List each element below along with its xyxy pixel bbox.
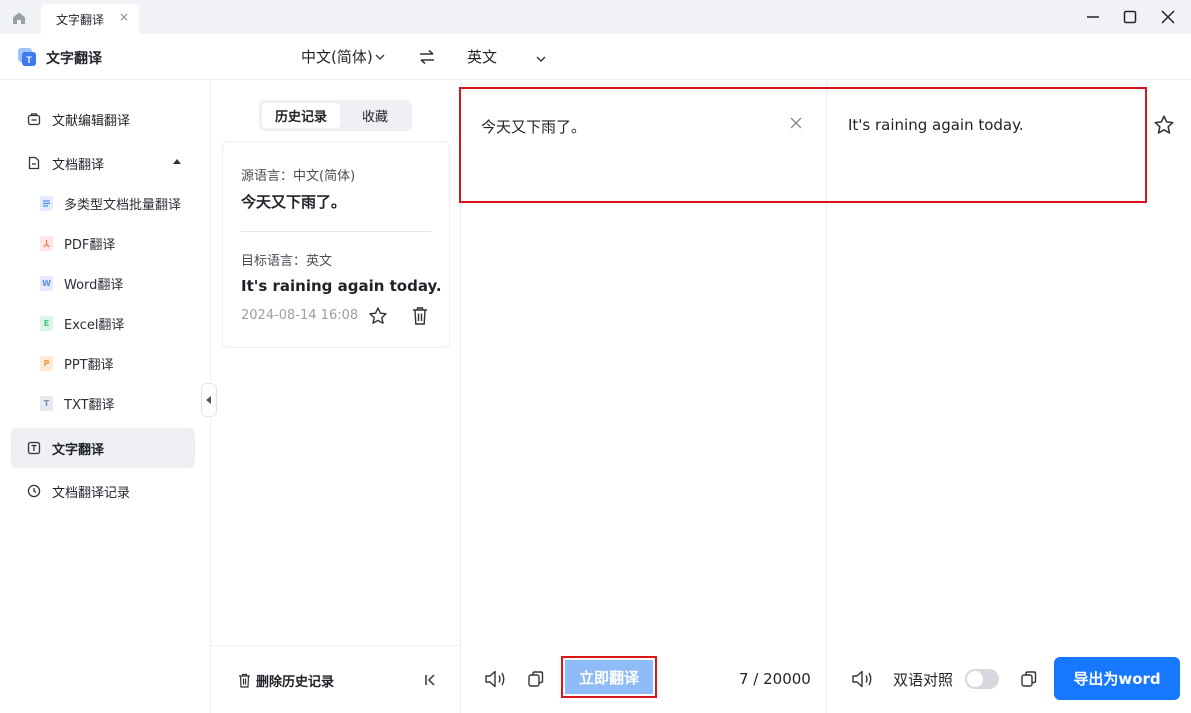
delete-history-label: 删除历史记录 bbox=[256, 675, 335, 690]
translate-now-button[interactable]: 立即翻译 bbox=[561, 656, 657, 698]
sidebar-sub-label: PDF翻译 bbox=[64, 237, 116, 253]
sidebar-sub-txt[interactable]: T TXT翻译 bbox=[40, 386, 200, 420]
delete-history-button[interactable]: 删除历史记录 bbox=[238, 671, 334, 690]
sidebar-item-label: 文档翻译记录 bbox=[52, 485, 131, 501]
excel-icon: E bbox=[40, 315, 53, 331]
sidebar-sub-label: Word翻译 bbox=[64, 277, 124, 293]
sidebar-item-document-history[interactable]: 文档翻译记录 bbox=[11, 471, 195, 511]
copy-icon[interactable] bbox=[1020, 670, 1038, 692]
target-language-select[interactable]: 英文 bbox=[467, 46, 497, 67]
history-source-text: 今天又下雨了。 bbox=[241, 193, 347, 211]
source-pane[interactable] bbox=[461, 80, 827, 713]
copy-icon[interactable] bbox=[527, 670, 545, 692]
character-count: 7 / 20000 bbox=[739, 670, 811, 688]
app-logo-icon: T bbox=[17, 47, 37, 67]
sidebar-sub-label: PPT翻译 bbox=[64, 357, 114, 373]
sidebar-item-label: 文献编辑翻译 bbox=[52, 113, 131, 129]
chevron-down-icon bbox=[375, 52, 385, 62]
target-pane bbox=[828, 80, 1191, 713]
tab-history[interactable]: 历史记录 bbox=[262, 103, 340, 128]
source-language-info: 源语言：中文(简体) bbox=[241, 169, 356, 184]
sidebar-sub-label: Excel翻译 bbox=[64, 317, 125, 333]
sidebar-collapse-handle[interactable] bbox=[201, 383, 217, 417]
clear-icon[interactable] bbox=[788, 115, 804, 135]
svg-text:T: T bbox=[26, 55, 32, 65]
tab-close-icon[interactable]: × bbox=[119, 10, 129, 24]
speaker-icon[interactable] bbox=[851, 668, 875, 694]
txt-icon: T bbox=[40, 395, 53, 411]
sidebar: 文献编辑翻译 文档翻译 多类型文档批量翻译 PDF翻译 W Word翻译 E E… bbox=[0, 80, 211, 713]
history-target-text: It's raining again today. bbox=[241, 277, 442, 295]
sidebar-sub-label: 多类型文档批量翻译 bbox=[64, 197, 182, 213]
trash-icon bbox=[238, 673, 251, 688]
document-icon bbox=[26, 155, 42, 171]
home-icon[interactable] bbox=[8, 8, 30, 28]
history-tabs: 历史记录 收藏 bbox=[259, 100, 412, 131]
sidebar-item-literature-translate[interactable]: 文献编辑翻译 bbox=[11, 99, 195, 139]
word-icon: W bbox=[40, 275, 53, 291]
target-language-info: 目标语言：英文 bbox=[241, 254, 333, 269]
tab-text-translate[interactable]: 文字翻译 × bbox=[41, 4, 139, 34]
speaker-icon[interactable] bbox=[484, 668, 508, 694]
star-icon[interactable] bbox=[368, 306, 388, 330]
clock-icon bbox=[26, 483, 42, 499]
tab-label: 文字翻译 bbox=[56, 12, 105, 27]
app-name: 文字翻译 bbox=[46, 51, 102, 67]
sidebar-sub-label: TXT翻译 bbox=[64, 397, 115, 413]
maximize-icon[interactable] bbox=[1118, 5, 1142, 29]
history-footer: 删除历史记录 bbox=[211, 645, 461, 713]
sidebar-sub-batch[interactable]: 多类型文档批量翻译 bbox=[40, 186, 200, 220]
chevron-down-icon[interactable] bbox=[535, 50, 547, 69]
minimize-icon[interactable] bbox=[1081, 5, 1105, 29]
sidebar-sub-ppt[interactable]: P PPT翻译 bbox=[40, 346, 200, 380]
bag-icon bbox=[26, 111, 42, 127]
source-text-input[interactable]: 今天又下雨了。 bbox=[481, 116, 586, 137]
history-card[interactable]: 源语言：中文(简体) 今天又下雨了。 目标语言：英文 It's raining … bbox=[222, 141, 450, 348]
title-bar: 文字翻译 × bbox=[0, 0, 1191, 34]
bilingual-toggle[interactable] bbox=[965, 669, 999, 689]
export-word-button[interactable]: 导出为word bbox=[1054, 657, 1180, 700]
bilingual-label: 双语对照 bbox=[893, 671, 954, 689]
swap-languages-icon[interactable] bbox=[417, 47, 437, 67]
history-timestamp: 2024-08-14 16:08 bbox=[241, 308, 359, 323]
header: T 文字翻译 中文(简体) 英文 bbox=[0, 34, 1191, 80]
trash-icon[interactable] bbox=[411, 306, 429, 330]
source-language-select[interactable]: 中文(简体) bbox=[301, 46, 385, 67]
sidebar-sub-word[interactable]: W Word翻译 bbox=[40, 266, 200, 300]
sidebar-item-label: 文档翻译 bbox=[52, 157, 105, 173]
star-icon[interactable] bbox=[1153, 114, 1175, 140]
tab-favorites[interactable]: 收藏 bbox=[341, 103, 409, 128]
source-language-label: 中文(简体) bbox=[301, 48, 373, 66]
sidebar-item-document-translate[interactable]: 文档翻译 bbox=[11, 143, 195, 183]
divider bbox=[241, 231, 431, 232]
caret-up-icon[interactable] bbox=[173, 159, 181, 164]
sidebar-sub-excel[interactable]: E Excel翻译 bbox=[40, 306, 200, 340]
sidebar-item-label: 文字翻译 bbox=[52, 442, 105, 458]
pdf-icon bbox=[40, 235, 53, 251]
sidebar-sub-pdf[interactable]: PDF翻译 bbox=[40, 226, 200, 260]
target-text-output: It's raining again today. bbox=[848, 116, 1024, 134]
batch-doc-icon bbox=[40, 195, 53, 211]
text-icon bbox=[26, 440, 42, 456]
collapse-panel-icon[interactable] bbox=[423, 672, 437, 691]
sidebar-item-text-translate[interactable]: 文字翻译 bbox=[11, 428, 195, 468]
toggle-knob bbox=[967, 671, 983, 687]
translate-now-label: 立即翻译 bbox=[565, 660, 653, 694]
close-icon[interactable] bbox=[1156, 5, 1180, 29]
ppt-icon: P bbox=[40, 355, 53, 371]
caret-left-icon bbox=[206, 396, 211, 404]
